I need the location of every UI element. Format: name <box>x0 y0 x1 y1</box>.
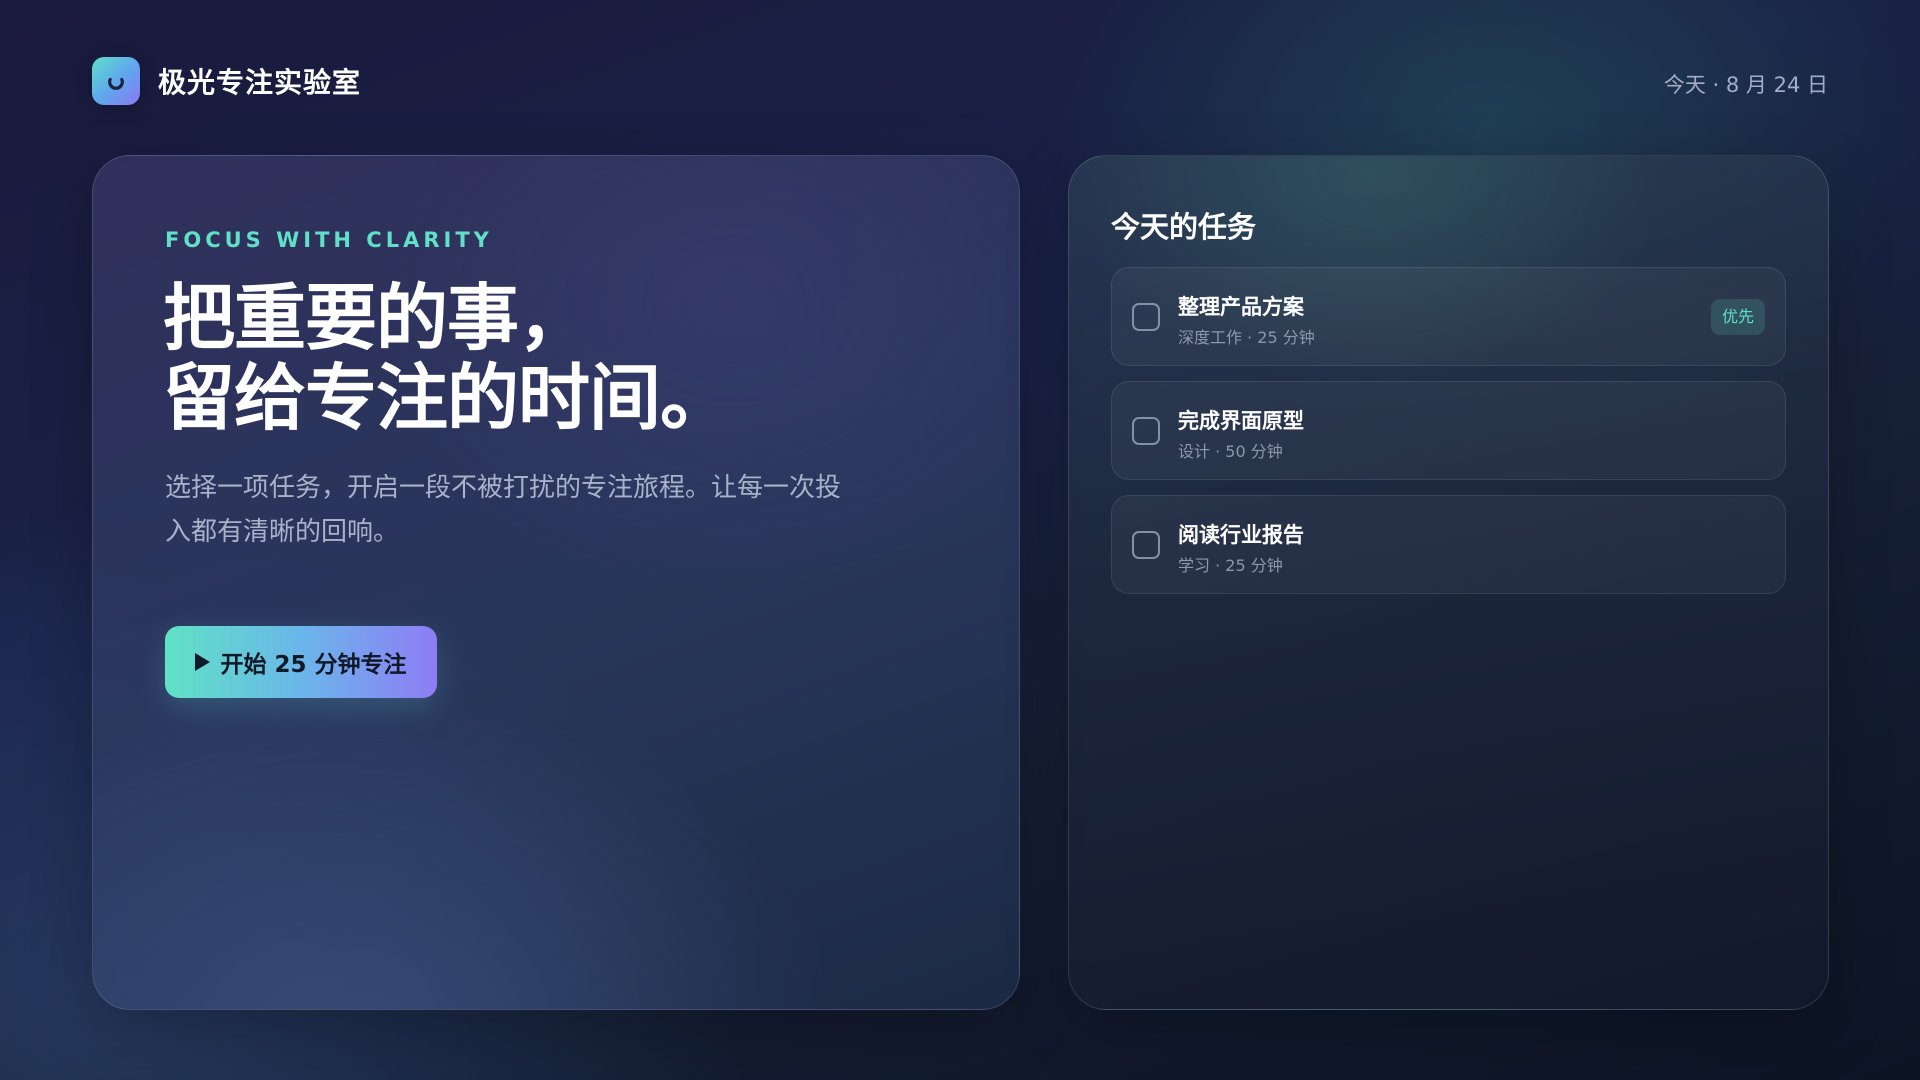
date-label: 今天 · 8 月 24 日 <box>1663 73 1828 97</box>
task-name: 完成界面原型 <box>1178 409 1304 433</box>
hero-headline: 把重要的事， 留给专注的时间。 <box>163 276 732 440</box>
hero-headline-line1: 把重要的事， <box>163 276 590 360</box>
task-list: 整理产品方案 深度工作 · 25 分钟 优先 完成界面原型 设计 · 50 分钟… <box>1111 267 1786 609</box>
priority-badge: 优先 <box>1710 299 1765 335</box>
task-item[interactable]: 完成界面原型 设计 · 50 分钟 <box>1111 381 1786 480</box>
task-meta: 深度工作 · 25 分钟 <box>1178 328 1315 347</box>
power-ring-icon <box>92 57 140 105</box>
start-focus-label: 开始 25 分钟专注 <box>220 652 407 678</box>
task-item[interactable]: 整理产品方案 深度工作 · 25 分钟 优先 <box>1111 267 1786 366</box>
tasks-title: 今天的任务 <box>1111 210 1257 244</box>
task-checkbox[interactable] <box>1132 531 1160 559</box>
task-name: 整理产品方案 <box>1178 295 1304 319</box>
task-checkbox[interactable] <box>1132 417 1160 445</box>
hero-eyebrow: FOCUS WITH CLARITY <box>165 228 493 252</box>
start-focus-button[interactable]: 开始 25 分钟专注 <box>165 626 437 698</box>
task-meta: 设计 · 50 分钟 <box>1178 442 1283 461</box>
hero-headline-line2: 留给专注的时间。 <box>163 356 732 440</box>
hero-description: 选择一项任务，开启一段不被打扰的专注旅程。让每一次投入都有清晰的回响。 <box>165 473 842 547</box>
app-name: 极光专注实验室 <box>158 66 362 99</box>
hero-card: FOCUS WITH CLARITY 把重要的事， 留给专注的时间。 选择一项任… <box>92 155 1020 1010</box>
task-checkbox[interactable] <box>1132 303 1160 331</box>
app-brand: 极光专注实验室 <box>92 57 361 105</box>
task-meta: 学习 · 25 分钟 <box>1178 556 1283 575</box>
play-icon <box>195 653 211 671</box>
tasks-card: 今天的任务 整理产品方案 深度工作 · 25 分钟 优先 完成界面原型 设计 ·… <box>1068 155 1829 1010</box>
task-item[interactable]: 阅读行业报告 学习 · 25 分钟 <box>1111 495 1786 594</box>
task-name: 阅读行业报告 <box>1178 523 1304 547</box>
